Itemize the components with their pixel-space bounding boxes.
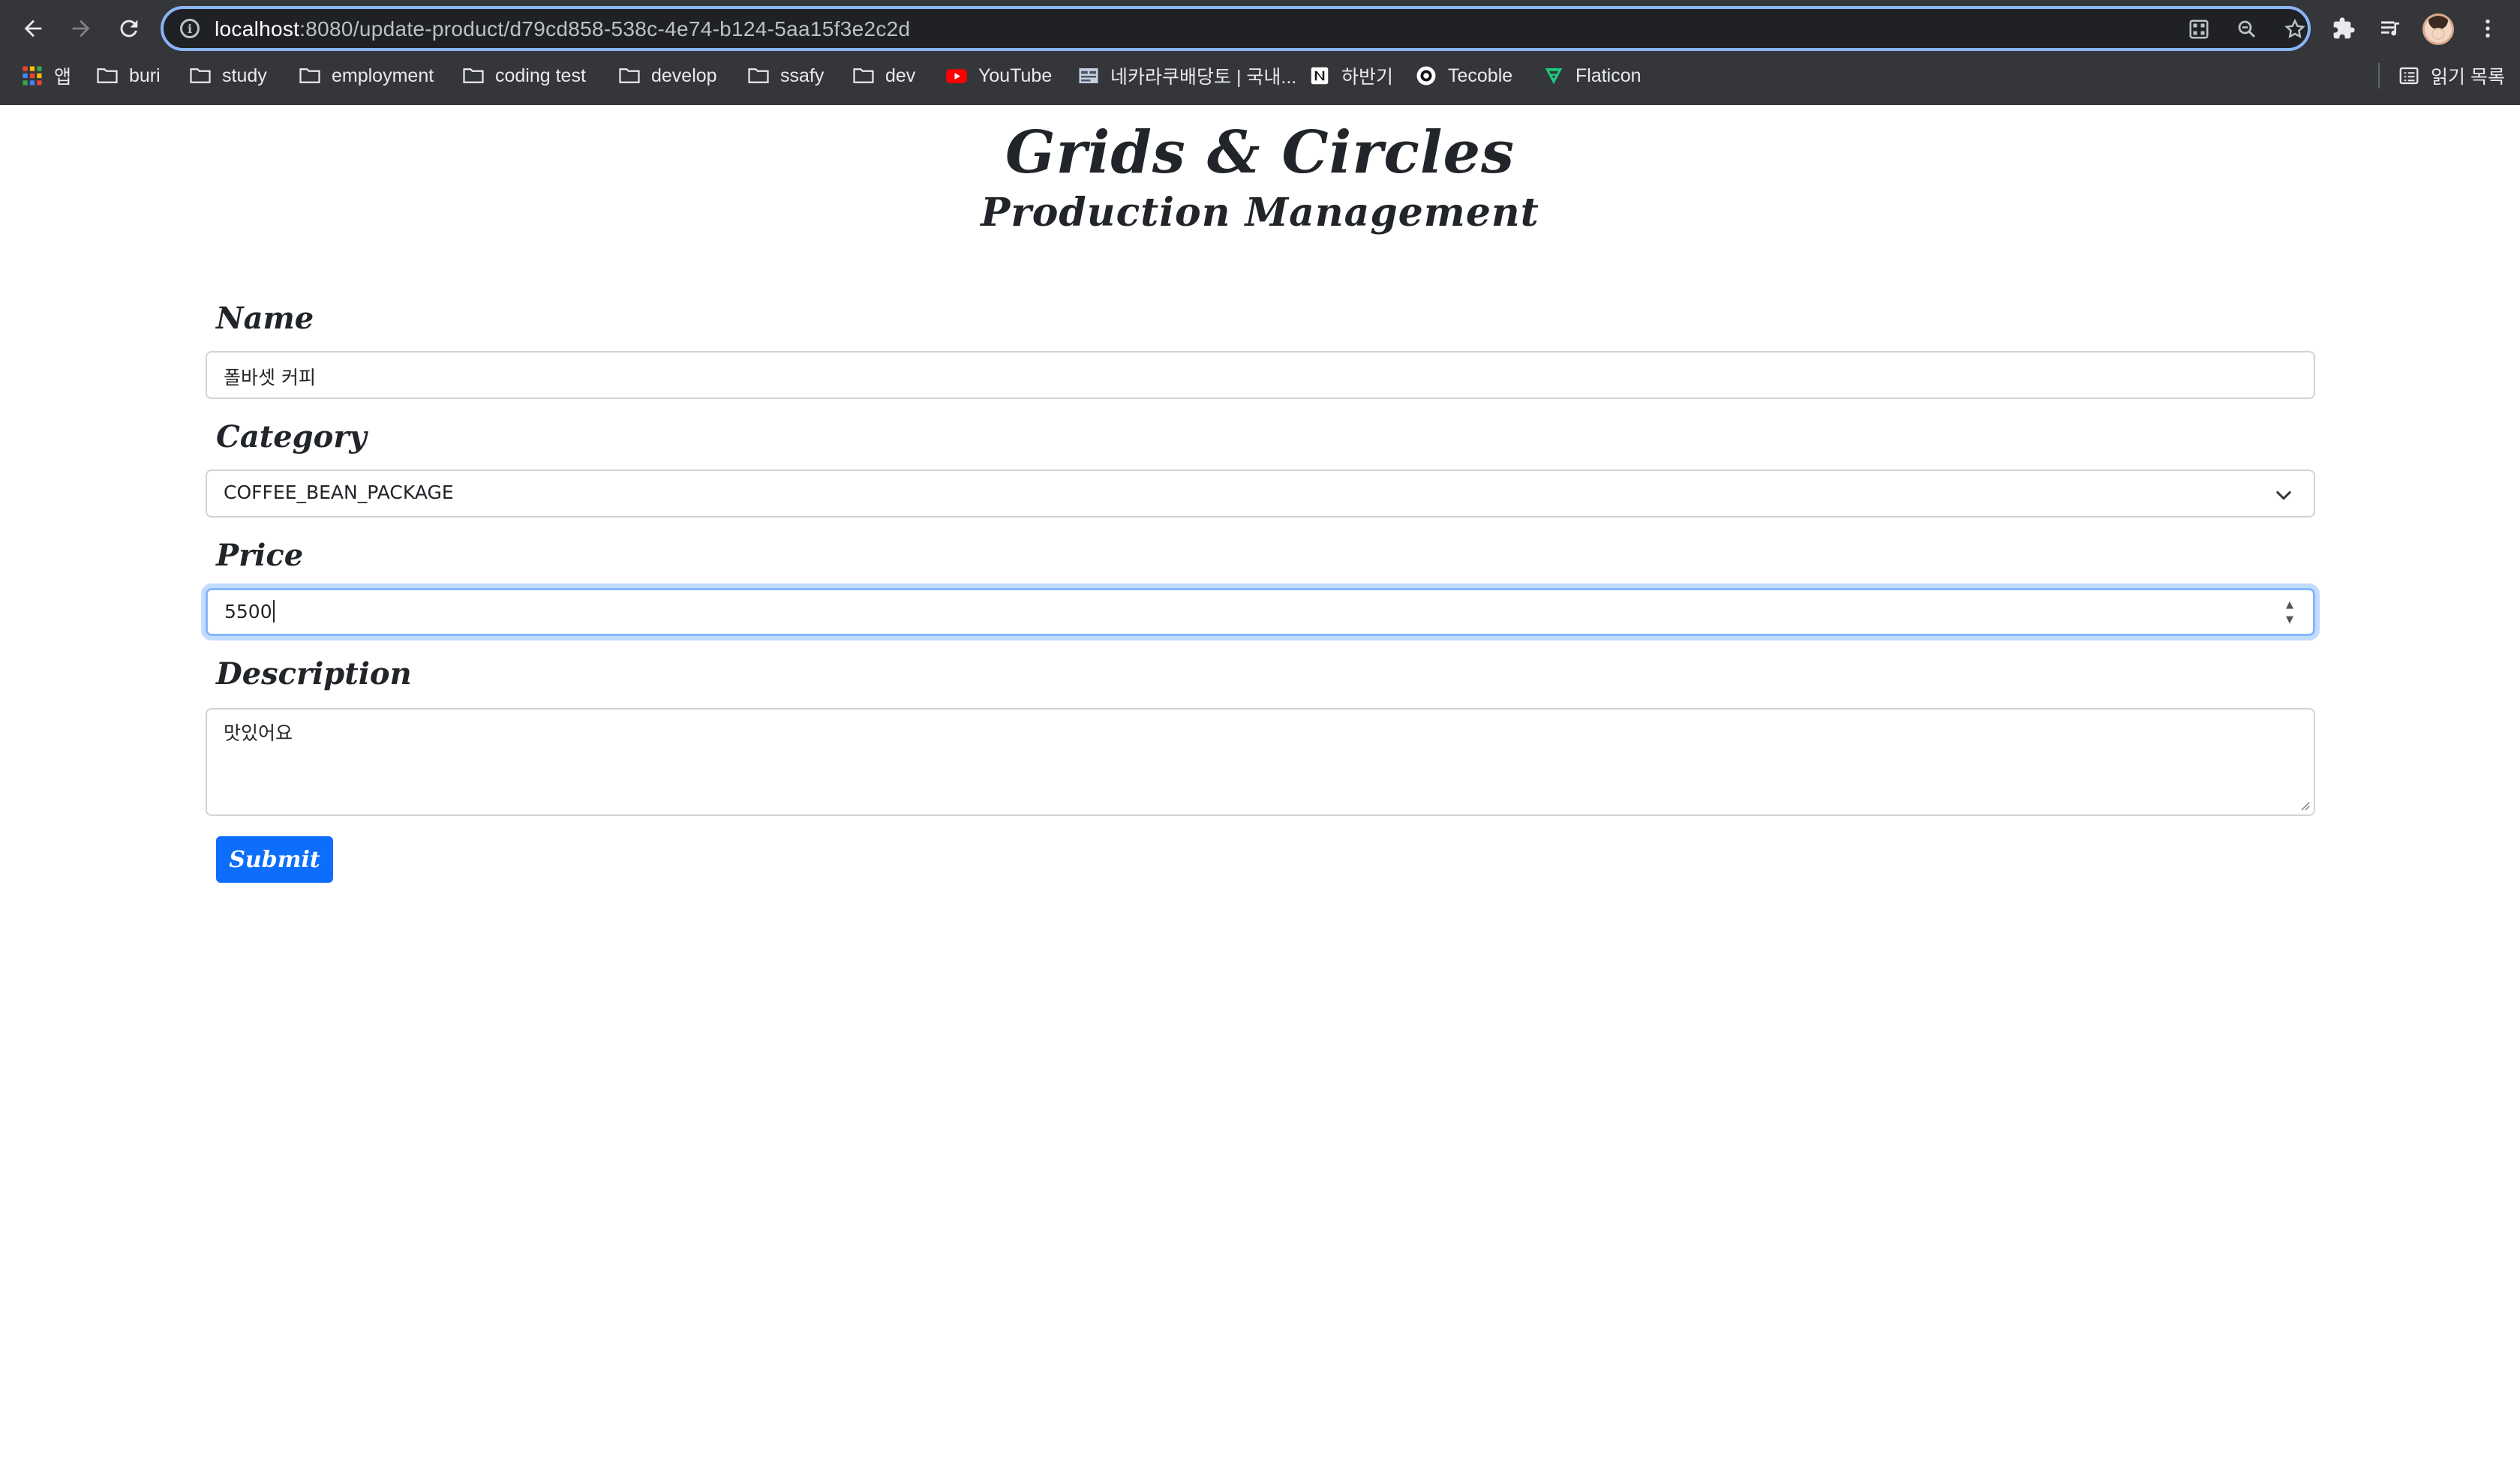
bookmark-label: YouTube	[978, 64, 1053, 86]
bookmark-label: Tecoble	[1448, 64, 1513, 86]
folder-icon	[299, 64, 321, 87]
bookmark-tecoble[interactable]: Tecoble	[1415, 58, 1512, 93]
folder-icon	[618, 64, 641, 87]
qr-code-icon[interactable]	[2186, 16, 2212, 42]
back-arrow-icon[interactable]	[15, 10, 51, 46]
bookmark-habangi[interactable]: 하반기	[1308, 58, 1393, 93]
bookmark-study[interactable]: study	[189, 58, 267, 93]
bookmark-label: buri	[129, 64, 161, 86]
price-input[interactable]: 5500 ▲ ▼	[206, 588, 2315, 636]
bookmark-coding-test[interactable]: coding test	[462, 58, 586, 93]
price-value: 5500	[224, 600, 275, 622]
reading-list[interactable]: 읽기 목록	[2398, 58, 2505, 93]
bookmark-label: Flaticon	[1575, 64, 1641, 86]
resize-handle-icon[interactable]	[2297, 798, 2311, 812]
bookmarks-bar: 앱 buri study employment coding test deve…	[0, 58, 2520, 93]
submit-button[interactable]: Submit	[216, 836, 333, 883]
description-textarea[interactable]: 맛있어요	[206, 708, 2315, 816]
page-content: Grids & Circles Production Management Na…	[0, 105, 2520, 1479]
info-icon[interactable]: i	[180, 19, 200, 38]
bookmark-apps[interactable]: 앱	[21, 58, 71, 93]
category-select[interactable]: COFFEE_BEAN_PACKAGE	[206, 470, 2315, 518]
reading-list-label: 읽기 목록	[2431, 67, 2505, 88]
site-icon	[1077, 64, 1100, 87]
address-bar[interactable]: i localhost:8080/update-product/d79cd858…	[161, 6, 2311, 51]
page-subtitle: Production Management	[981, 190, 1539, 236]
zoom-icon[interactable]	[2234, 16, 2260, 42]
bookmark-label: study	[222, 64, 267, 86]
description-value: 맛있어요	[224, 722, 293, 744]
stepper-down-icon[interactable]: ▼	[2286, 614, 2293, 626]
price-value-text: 5500	[224, 601, 272, 622]
bookmark-develop[interactable]: develop	[618, 58, 717, 93]
forward-arrow-icon[interactable]	[63, 10, 99, 46]
stepper-up-icon[interactable]: ▲	[2286, 599, 2293, 611]
folder-icon	[189, 64, 212, 87]
media-queue-icon[interactable]	[2375, 14, 2405, 44]
bookmark-label: ssafy	[780, 64, 824, 86]
bookmark-label: 하반기	[1341, 67, 1394, 88]
tecoble-icon	[1415, 64, 1437, 87]
kebab-menu-icon[interactable]	[2473, 14, 2503, 44]
bookmarks-divider	[2378, 63, 2380, 88]
bookmark-dev[interactable]: dev	[852, 58, 915, 93]
flaticon-icon	[1542, 64, 1565, 87]
text-caret	[272, 600, 275, 622]
url-path: :8080/update-product/d79cd858-538c-4e74-…	[299, 17, 911, 40]
reading-list-icon	[2398, 64, 2420, 87]
bookmark-ssafy[interactable]: ssafy	[747, 58, 824, 93]
bookmark-buri[interactable]: buri	[96, 58, 161, 93]
bookmark-nekarakubae[interactable]: 네카라쿠배당토 | 국내...	[1077, 58, 1296, 93]
youtube-icon	[945, 64, 968, 87]
bookmark-label: 앱	[54, 67, 72, 88]
folder-icon	[747, 64, 770, 87]
bookmark-label: 네카라쿠배당토 | 국내...	[1110, 67, 1297, 88]
url-text[interactable]: localhost:8080/update-product/d79cd858-5…	[215, 17, 910, 41]
page-title: Grids & Circles	[1005, 118, 1515, 187]
apps-grid-icon	[21, 64, 44, 87]
number-stepper[interactable]: ▲ ▼	[2281, 599, 2298, 626]
category-value: COFFEE_BEAN_PACKAGE	[224, 482, 454, 503]
browser-chrome: i localhost:8080/update-product/d79cd858…	[0, 0, 2520, 105]
folder-icon	[462, 64, 485, 87]
bookmark-label: employment	[332, 64, 434, 86]
bookmark-youtube[interactable]: YouTube	[945, 58, 1052, 93]
bookmark-employment[interactable]: employment	[299, 58, 434, 93]
name-label: Name	[216, 301, 314, 336]
description-label: Description	[216, 656, 412, 692]
name-value: 폴바셋 커피	[224, 367, 316, 388]
category-label: Category	[216, 419, 367, 454]
notion-icon	[1308, 64, 1331, 87]
folder-icon	[96, 64, 119, 87]
profile-avatar[interactable]	[2422, 14, 2454, 45]
bookmark-label: dev	[885, 64, 916, 86]
folder-icon	[852, 64, 875, 87]
chevron-down-icon	[2276, 490, 2291, 500]
name-input[interactable]: 폴바셋 커피	[206, 351, 2315, 399]
puzzle-icon[interactable]	[2329, 14, 2359, 44]
browser-toolbar: i localhost:8080/update-product/d79cd858…	[0, 0, 2520, 57]
reload-icon[interactable]	[111, 10, 147, 46]
bookmark-star-icon[interactable]	[2282, 16, 2308, 42]
url-host: localhost	[215, 17, 300, 40]
bookmark-flaticon[interactable]: Flaticon	[1542, 58, 1641, 93]
price-label: Price	[216, 538, 304, 573]
bookmark-label: coding test	[495, 64, 586, 86]
bookmark-label: develop	[651, 64, 717, 86]
